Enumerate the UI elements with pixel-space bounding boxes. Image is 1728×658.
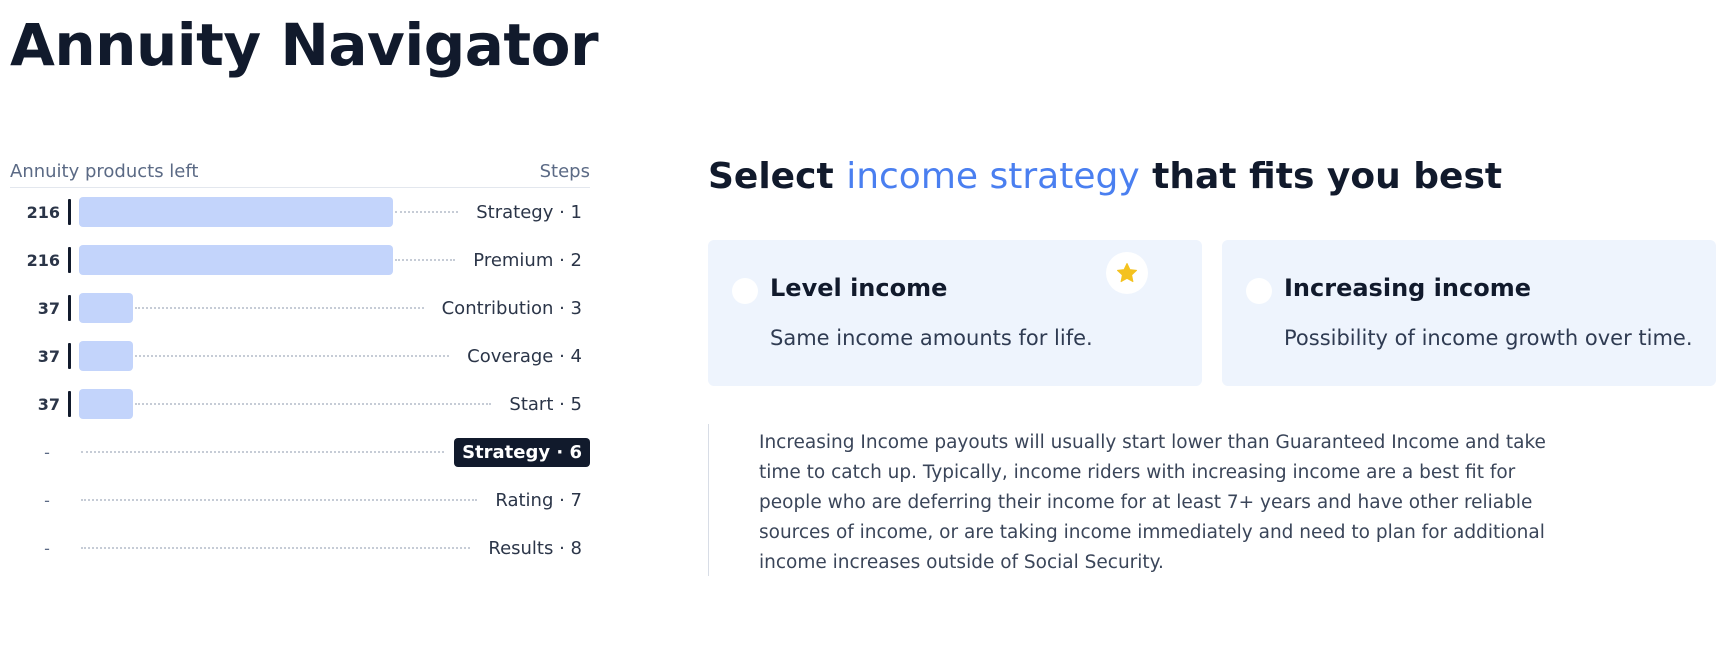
step-list: 216 Strategy · 1 216 Premium · 2 37 Contribut… [10, 188, 590, 572]
step-label[interactable]: Premium · 2 [465, 246, 590, 275]
radio-level-income[interactable] [732, 278, 758, 304]
radio-increasing-income[interactable] [1246, 278, 1272, 304]
dotted-leader [81, 451, 445, 453]
recommended-badge [1106, 252, 1148, 294]
step-row: - Strategy · 6 [10, 428, 590, 476]
step-row: 216 Strategy · 1 [10, 188, 590, 236]
option-card-increasing-income[interactable]: Increasing income Possibility of income … [1222, 240, 1716, 386]
option-description: Possibility of income growth over time. [1284, 326, 1693, 350]
dotted-leader [81, 547, 471, 549]
dotted-leader [395, 259, 456, 261]
step-separator [68, 535, 71, 561]
step-label[interactable]: Start · 5 [501, 390, 590, 419]
step-row: 37 Coverage · 4 [10, 332, 590, 380]
products-left-header: Annuity products left [10, 161, 199, 182]
dotted-leader [395, 211, 459, 213]
products-left-bar [79, 245, 393, 275]
info-block: Increasing Income payouts will usually s… [708, 424, 1608, 576]
step-label[interactable]: Contribution · 3 [434, 294, 590, 323]
dotted-leader [135, 307, 424, 309]
step-separator [68, 199, 71, 225]
step-separator [68, 391, 71, 417]
step-row: 37 Contribution · 3 [10, 284, 590, 332]
step-row: - Results · 8 [10, 524, 590, 572]
step-count: - [44, 538, 50, 558]
products-left-bar [79, 197, 393, 227]
step-count: 37 [37, 298, 60, 318]
step-bar-area: Strategy · 6 [79, 437, 590, 467]
app-title: Annuity Navigator [10, 11, 599, 79]
step-bar-area: Start · 5 [79, 389, 590, 419]
step-separator [68, 343, 71, 369]
option-title: Increasing income [1284, 274, 1531, 302]
dotted-leader [81, 499, 478, 501]
info-text: Increasing Income payouts will usually s… [759, 432, 1546, 573]
step-label[interactable]: Strategy · 1 [468, 198, 590, 227]
step-label[interactable]: Rating · 7 [487, 486, 590, 515]
step-row: - Rating · 7 [10, 476, 590, 524]
dotted-leader [135, 403, 492, 405]
step-bar-area: Premium · 2 [79, 245, 590, 275]
question-title-suffix: that fits you best [1139, 156, 1503, 197]
step-bar-area: Strategy · 1 [79, 197, 590, 227]
option-card-level-income[interactable]: Level income Same income amounts for lif… [708, 240, 1202, 386]
question-title-prefix: Select [708, 156, 847, 197]
step-count: - [44, 442, 50, 462]
step-row: 37 Start · 5 [10, 380, 590, 428]
progress-panel: Annuity products left Steps 216 Strategy … [10, 156, 590, 572]
step-count: 37 [37, 346, 60, 366]
step-count: 37 [37, 394, 60, 414]
dotted-leader [135, 355, 450, 357]
step-label[interactable]: Coverage · 4 [459, 342, 590, 371]
step-count: - [44, 490, 50, 510]
products-left-bar [79, 389, 133, 419]
step-count: 216 [26, 250, 60, 270]
step-separator [68, 247, 71, 273]
step-separator [68, 295, 71, 321]
products-left-bar [79, 341, 133, 371]
step-separator [68, 487, 71, 513]
step-row: 216 Premium · 2 [10, 236, 590, 284]
option-title: Level income [770, 274, 948, 302]
step-count: 216 [26, 202, 60, 222]
step-label-current[interactable]: Strategy · 6 [454, 437, 590, 467]
step-bar-area: Contribution · 3 [79, 293, 590, 323]
option-description: Same income amounts for life. [770, 326, 1093, 350]
step-label[interactable]: Results · 8 [480, 534, 590, 563]
step-separator [68, 439, 71, 465]
question-title: Select income strategy that fits you bes… [708, 154, 1502, 200]
step-bar-area: Rating · 7 [79, 485, 590, 515]
progress-header: Annuity products left Steps [10, 156, 590, 188]
products-left-bar [79, 293, 133, 323]
question-title-accent: income strategy [846, 156, 1140, 197]
step-bar-area: Coverage · 4 [79, 341, 590, 371]
star-icon [1117, 263, 1137, 283]
step-bar-area: Results · 8 [79, 533, 590, 563]
steps-header: Steps [539, 161, 590, 182]
